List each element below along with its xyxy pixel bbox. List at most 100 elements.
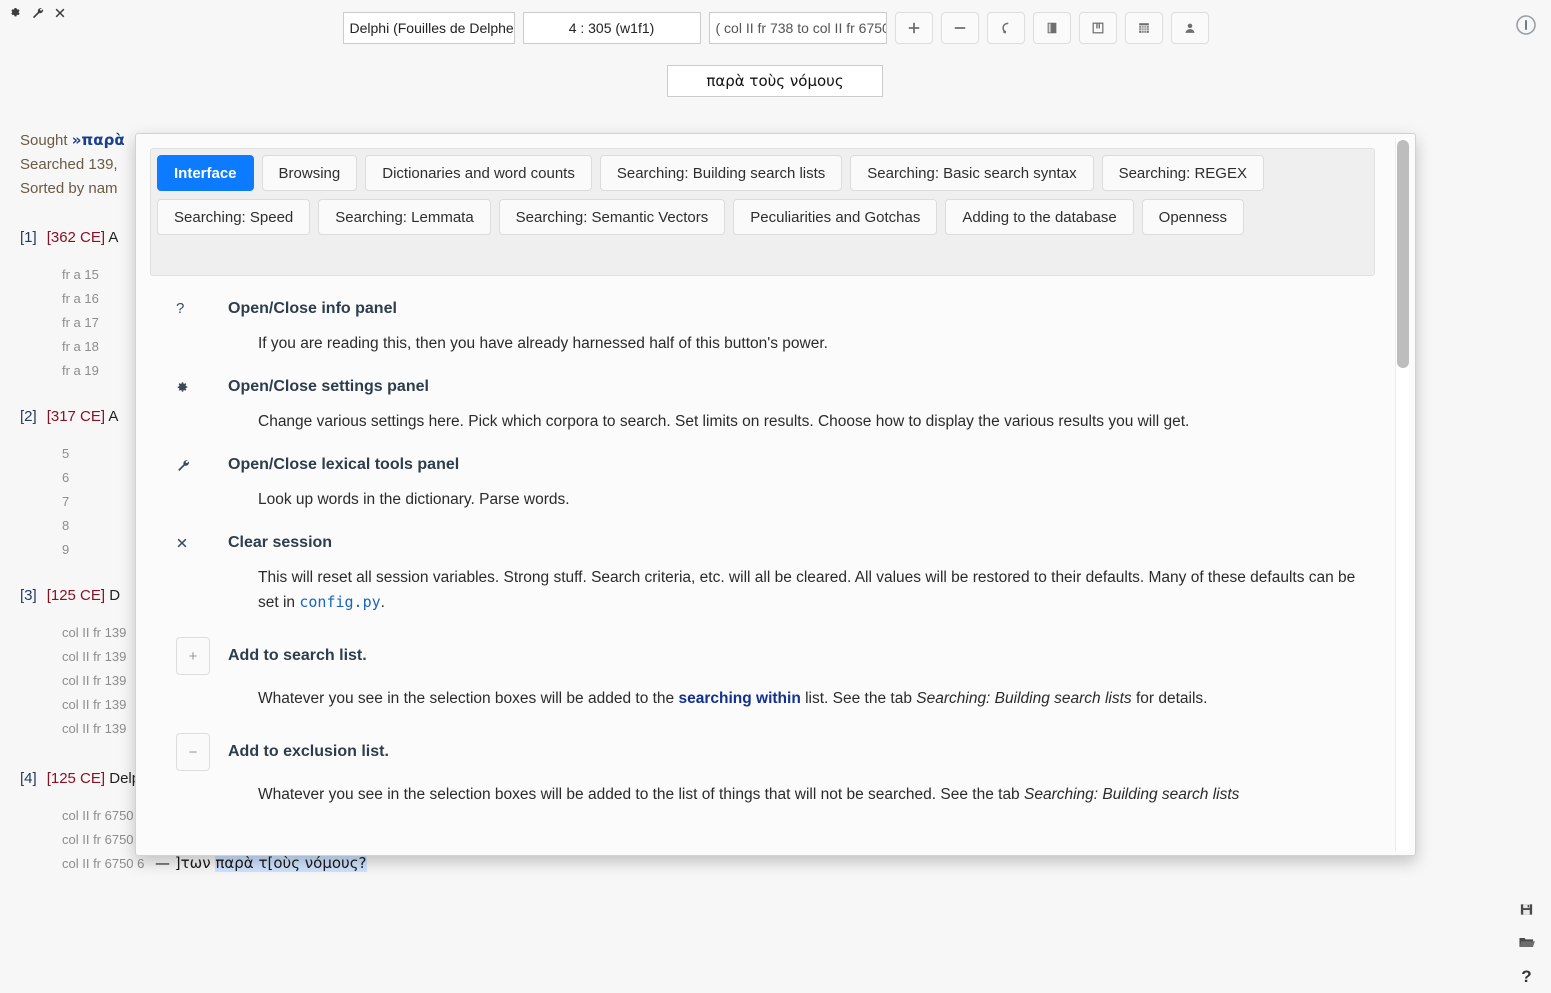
question-mark-icon: ?: [166, 298, 228, 320]
wrench-icon: [166, 454, 228, 476]
help-entry-title: Open/Close settings panel: [228, 376, 429, 398]
help-body-tabref: Searching: Building search lists: [916, 690, 1131, 707]
tab-searching-lemmata[interactable]: Searching: Lemmata: [318, 199, 490, 235]
line-label: 7: [0, 494, 155, 509]
line-text: — ]των παρὰ τ[οὺς νόμους?: [155, 854, 367, 872]
save-icon[interactable]: [1519, 902, 1534, 921]
line-label: 9: [0, 542, 155, 557]
result-citation: A: [108, 408, 118, 425]
result-date: [362 CE]: [47, 229, 105, 246]
range-select[interactable]: ( col II fr 738 to col II fr 6750: [709, 12, 887, 44]
add-to-exclusion-list-button[interactable]: [941, 12, 979, 44]
help-question-icon[interactable]: ?: [1521, 968, 1531, 985]
line-label: fr a 15: [0, 267, 155, 282]
result-date: [317 CE]: [47, 408, 105, 425]
tab-adding-to-the-database[interactable]: Adding to the database: [945, 199, 1133, 235]
add-to-search-list-button[interactable]: [895, 12, 933, 44]
help-entry-add-to-exclusion-list: − Add to exclusion list.: [166, 733, 1359, 771]
line-label: col II fr 139: [0, 721, 155, 736]
author-select[interactable]: Delphi (Fouilles de Delphes [: [343, 12, 515, 44]
help-entry-clear-session: Clear session: [166, 532, 1359, 554]
grid-icon-button[interactable]: [1125, 12, 1163, 44]
modal-tab-strip: Interface Browsing Dictionaries and word…: [150, 148, 1375, 276]
search-term-box[interactable]: παρὰ τοὺς νόμους: [667, 65, 883, 97]
searching-within-link[interactable]: searching within: [678, 690, 800, 707]
line-label: col II fr 139: [0, 673, 155, 688]
plus-button-icon[interactable]: +: [176, 637, 210, 675]
summary-sought-prefix: Sought: [20, 132, 72, 149]
config-file-code: config.py: [299, 593, 380, 611]
help-entry-body: If you are reading this, then you have a…: [258, 332, 1359, 356]
result-index: [3]: [20, 587, 37, 604]
gear-icon: [166, 376, 228, 398]
line-label: fr a 18: [0, 339, 155, 354]
line-label: col II fr 139: [0, 649, 155, 664]
result-date: [125 CE]: [47, 770, 105, 787]
result-index: [2]: [20, 408, 37, 425]
help-entry-title: Clear session: [228, 532, 332, 554]
line-label: fr a 16: [0, 291, 155, 306]
tab-searching-basic-search-syntax[interactable]: Searching: Basic search syntax: [850, 155, 1093, 191]
help-body-post: for details.: [1132, 690, 1208, 707]
modal-scrollbar-thumb[interactable]: [1397, 140, 1409, 368]
tab-searching-semantic-vectors[interactable]: Searching: Semantic Vectors: [499, 199, 726, 235]
line-label: col II fr 6750 5: [0, 832, 155, 847]
browse-back-button[interactable]: [987, 12, 1025, 44]
help-body-post: .: [381, 594, 385, 611]
tab-searching-regex[interactable]: Searching: REGEX: [1102, 155, 1264, 191]
line-label: fr a 17: [0, 315, 155, 330]
line-label: 5: [0, 446, 155, 461]
help-entry-add-to-search-list: + Add to search list.: [166, 637, 1359, 675]
help-entry-body: Look up words in the dictionary. Parse w…: [258, 488, 1359, 512]
line-text-match: παρὰ τ[οὺς νόμους?: [215, 854, 366, 872]
result-citation: D: [109, 587, 120, 604]
help-entry-title: Add to exclusion list.: [210, 733, 389, 763]
result-index: [4]: [20, 770, 37, 787]
line-label: col II fr 6750 6: [0, 856, 155, 871]
tab-searching-building-search-lists[interactable]: Searching: Building search lists: [600, 155, 842, 191]
tab-panel-interface: ? Open/Close info panel If you are readi…: [136, 276, 1389, 817]
bottom-right-icon-column: ?: [1518, 902, 1535, 985]
help-entry-info-panel: ? Open/Close info panel: [166, 298, 1359, 320]
result-index: [1]: [20, 229, 37, 246]
help-entry-settings-panel: Open/Close settings panel: [166, 376, 1359, 398]
result-citation: A: [108, 229, 118, 246]
help-entry-title: Open/Close info panel: [228, 298, 397, 320]
author-bust-icon-button[interactable]: [1171, 12, 1209, 44]
modal-scrollbar-track[interactable]: [1395, 138, 1409, 851]
notebook-icon-button[interactable]: [1033, 12, 1071, 44]
help-body-pre: Whatever you see in the selection boxes …: [258, 786, 1024, 803]
tab-interface[interactable]: Interface: [157, 155, 254, 191]
book-icon-button[interactable]: [1079, 12, 1117, 44]
tab-openness[interactable]: Openness: [1142, 199, 1244, 235]
help-entry-body: This will reset all session variables. S…: [258, 566, 1359, 615]
info-panel-modal: Interface Browsing Dictionaries and word…: [135, 133, 1416, 856]
modal-scroll-area: Interface Browsing Dictionaries and word…: [136, 134, 1389, 855]
help-entry-lexical-tools-panel: Open/Close lexical tools panel: [166, 454, 1359, 476]
help-entry-title: Add to search list.: [210, 637, 367, 667]
tab-dictionaries-and-word-counts[interactable]: Dictionaries and word counts: [365, 155, 592, 191]
help-body-mid: list. See the tab: [801, 690, 916, 707]
help-body-tabref: Searching: Building search lists: [1024, 786, 1239, 803]
work-select[interactable]: 4 : 305 (w1f1): [523, 12, 701, 44]
line-label: col II fr 139: [0, 697, 155, 712]
line-text-pre: — ]των: [155, 854, 215, 872]
close-x-icon: [166, 532, 228, 554]
tab-browsing[interactable]: Browsing: [262, 155, 358, 191]
tab-searching-speed[interactable]: Searching: Speed: [157, 199, 310, 235]
minus-button-icon[interactable]: −: [176, 733, 210, 771]
help-body-pre: This will reset all session variables. S…: [258, 569, 1355, 611]
line-label: fr a 19: [0, 363, 155, 378]
line-label: col II fr 139: [0, 625, 155, 640]
main-toolbar: Delphi (Fouilles de Delphes [ 4 : 305 (w…: [0, 12, 1551, 44]
line-label: col II fr 6750 4: [0, 808, 155, 823]
help-entry-body: Change various settings here. Pick which…: [258, 410, 1359, 434]
info-circle-icon[interactable]: [1515, 14, 1537, 41]
result-date: [125 CE]: [47, 587, 105, 604]
open-folder-icon[interactable]: [1518, 935, 1535, 954]
help-entry-title: Open/Close lexical tools panel: [228, 454, 459, 476]
help-entry-body: Whatever you see in the selection boxes …: [258, 687, 1359, 711]
help-entry-body: Whatever you see in the selection boxes …: [258, 783, 1359, 807]
summary-sought-term: »παρὰ: [72, 131, 125, 149]
tab-peculiarities-and-gotchas[interactable]: Peculiarities and Gotchas: [733, 199, 937, 235]
